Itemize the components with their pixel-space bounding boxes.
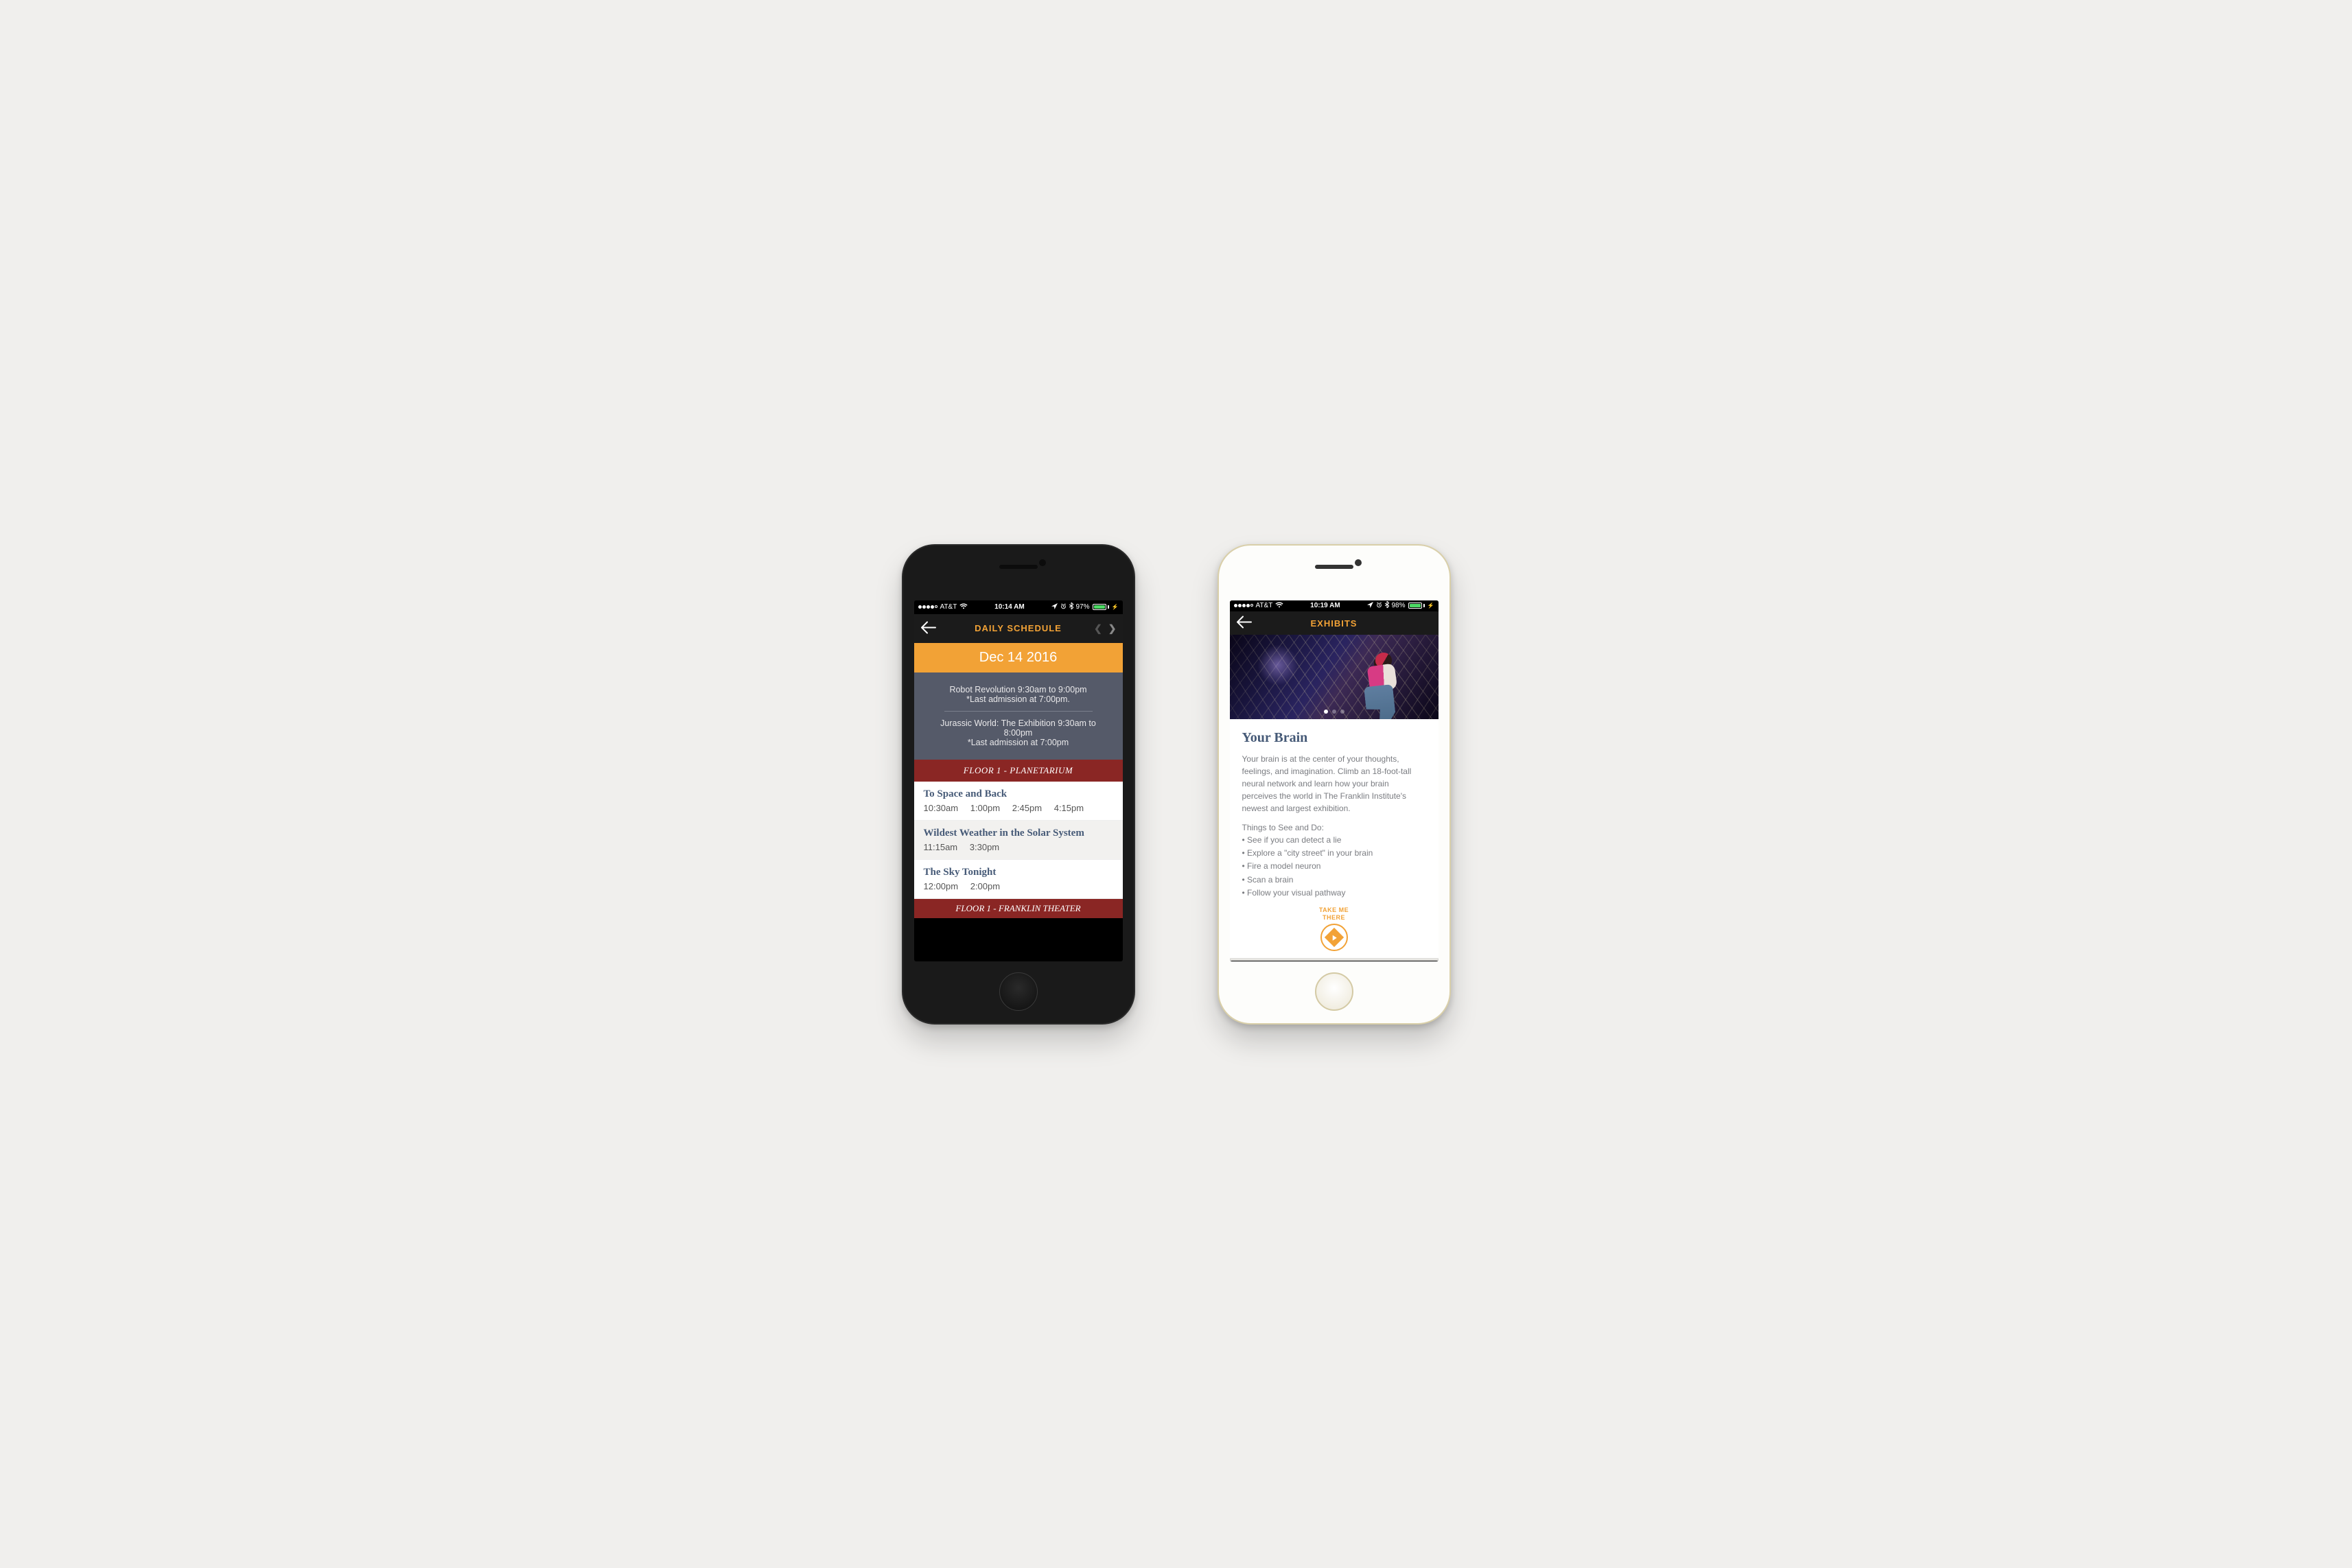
schedule-scroll[interactable]: Dec 14 2016 Robot Revolution 9:30am to 9… [914,643,1123,961]
app-header: DAILY SCHEDULE ❮ ❯ [914,614,1123,643]
signal-icon [918,605,938,609]
carrier-label: AT&T [940,603,957,611]
featured-note: *Last admission at 7:00pm. [931,694,1106,704]
show-title: Wildest Weather in the Solar System [924,828,1113,839]
things-item: See if you can detect a lie [1242,834,1426,847]
wifi-icon [959,603,968,611]
phone-notch [1315,565,1353,569]
featured-title: Robot Revolution 9:30am to 9:00pm [931,685,1106,694]
show-time: 3:30pm [970,842,999,852]
screen-schedule: AT&T 10:14 AM 97% [914,600,1123,961]
carousel-dot[interactable] [1324,710,1328,714]
phone-notch [999,565,1038,569]
carousel-dot[interactable] [1340,710,1344,714]
section-header: FLOOR 1 - FRANKLIN THEATER [914,899,1123,918]
take-me-there: TAKE ME THERE [1242,906,1426,952]
date-pager: ❮ ❯ [1094,622,1117,634]
header-title: EXHIBITS [1311,618,1358,629]
show-time: 11:15am [924,842,958,852]
show-title: To Space and Back [924,788,1113,800]
show-times: 11:15am 3:30pm [924,842,1113,852]
phone-speaker [1315,565,1353,569]
status-bar: AT&T 10:14 AM 97% [914,600,1123,614]
bluetooth-icon [1385,601,1389,610]
app-header: EXHIBITS [1230,611,1439,635]
show-time: 2:00pm [970,881,1000,891]
clock-label: 10:14 AM [994,603,1025,611]
phone-mockup-schedule: AT&T 10:14 AM 97% [902,544,1135,1025]
exhibit-body: Your Brain Your brain is at the center o… [1230,719,1439,959]
show-row[interactable]: Wildest Weather in the Solar System 11:1… [914,821,1123,860]
location-icon [1367,602,1373,610]
featured-note: *Last admission at 7:00pm [931,738,1106,747]
location-icon [1051,603,1058,611]
battery-pct-label: 98% [1392,602,1406,609]
back-button[interactable] [1237,616,1252,631]
status-bar: AT&T 10:19 AM 98% [1230,600,1439,611]
date-prev-button[interactable]: ❮ [1094,622,1103,634]
featured-title: Jurassic World: The Exhibition 9:30am to… [931,718,1106,738]
carrier-label: AT&T [1256,602,1273,609]
date-next-button[interactable]: ❯ [1108,622,1117,634]
featured-exhibits: Robot Revolution 9:30am to 9:00pm *Last … [914,672,1123,760]
show-row[interactable]: The Sky Tonight 12:00pm 2:00pm [914,860,1123,899]
carousel-dot[interactable] [1332,710,1336,714]
show-time: 12:00pm [924,881,959,891]
things-item: Follow your visual pathway [1242,887,1426,900]
featured-item: Robot Revolution 9:30am to 9:00pm *Last … [931,681,1106,708]
screen-exhibit: AT&T 10:19 AM 98% [1230,600,1439,961]
exhibit-description: Your brain is at the center of your thou… [1242,753,1426,815]
carousel-dots [1324,710,1344,714]
home-button[interactable] [999,972,1038,1011]
divider [944,711,1093,712]
show-time: 10:30am [924,803,959,813]
featured-item: Jurassic World: The Exhibition 9:30am to… [931,714,1106,751]
alarm-icon [1060,603,1067,611]
show-row[interactable]: To Space and Back 10:30am 1:00pm 2:45pm … [914,782,1123,821]
section-header: FLOOR 1 - PLANETARIUM [914,760,1123,782]
clock-label: 10:19 AM [1310,602,1340,609]
show-time: 2:45pm [1012,803,1042,813]
charging-icon [1112,603,1119,611]
phone-camera [1039,559,1046,566]
battery-icon [1408,602,1425,609]
battery-pct-label: 97% [1076,603,1090,611]
date-label: Dec 14 2016 [979,650,1057,665]
directions-icon [1324,928,1343,947]
home-button[interactable] [1315,972,1353,1011]
things-item: Scan a brain [1242,874,1426,887]
screen-gutter [1230,958,1439,961]
battery-icon [1093,604,1109,610]
show-times: 10:30am 1:00pm 2:45pm 4:15pm [924,803,1113,813]
date-bar: Dec 14 2016 [914,643,1123,672]
header-title: DAILY SCHEDULE [975,623,1062,633]
things-list: See if you can detect a lie Explore a "c… [1242,834,1426,900]
phone-mockup-exhibit: AT&T 10:19 AM 98% [1218,544,1451,1025]
phone-camera [1355,559,1362,566]
show-times: 12:00pm 2:00pm [924,881,1113,891]
hero-figure [1359,653,1396,719]
alarm-icon [1376,602,1382,610]
exhibit-hero-carousel[interactable] [1230,635,1439,719]
hero-glow [1257,644,1299,686]
things-item: Fire a model neuron [1242,860,1426,873]
cta-label-line1: TAKE ME [1242,906,1426,914]
bluetooth-icon [1069,602,1073,611]
things-item: Explore a "city street" in your brain [1242,847,1426,860]
take-me-there-button[interactable] [1320,924,1348,951]
signal-icon [1234,604,1253,607]
exhibit-title: Your Brain [1242,730,1426,746]
charging-icon [1428,602,1434,609]
things-header: Things to See and Do: [1242,823,1426,832]
show-time: 1:00pm [970,803,1000,813]
show-title: The Sky Tonight [924,867,1113,878]
show-time: 4:15pm [1054,803,1084,813]
back-button[interactable] [921,621,936,635]
phone-speaker [999,565,1038,569]
cta-label-line2: THERE [1242,914,1426,922]
wifi-icon [1275,602,1283,610]
